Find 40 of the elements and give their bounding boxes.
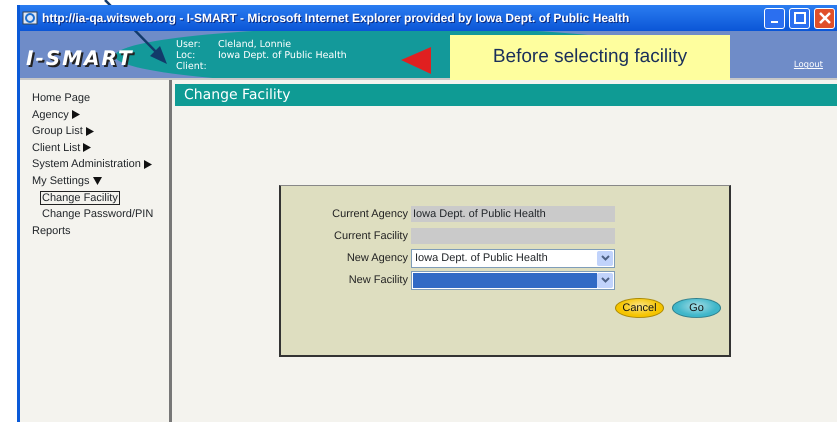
caret-right-icon[interactable] xyxy=(72,110,80,120)
menu-item[interactable]: My Settings xyxy=(32,174,90,187)
caret-right-icon[interactable] xyxy=(83,143,92,152)
menu-item[interactable]: Agency xyxy=(32,108,69,121)
minimize-button[interactable] xyxy=(764,8,785,28)
dropdown-field[interactable] xyxy=(411,270,615,290)
readonly-field: Iowa Dept. of Public Health xyxy=(411,206,615,222)
field-label: Client: xyxy=(176,61,208,72)
dropdown-field[interactable]: Iowa Dept. of Public Health xyxy=(411,248,615,268)
submenu-item[interactable]: Change Facility xyxy=(40,190,120,205)
maximize-button[interactable] xyxy=(789,8,810,28)
maximize-icon xyxy=(794,12,806,24)
field-value: Cleland, Lonnie xyxy=(218,39,292,50)
close-icon xyxy=(818,12,830,24)
field-label: New Agency xyxy=(346,250,409,266)
field-label: Loc: xyxy=(176,50,196,61)
minimize-icon xyxy=(771,21,778,23)
field-label: Current Agency xyxy=(331,206,409,222)
menu-item[interactable]: Client List xyxy=(32,142,80,154)
menu-item[interactable]: Home Page xyxy=(32,92,90,104)
caret-down-icon[interactable] xyxy=(92,177,102,186)
cancel-button[interactable]: Cancel xyxy=(615,298,664,318)
chevron-down-icon[interactable] xyxy=(600,277,610,283)
menu-item[interactable]: Group List xyxy=(32,125,83,138)
pointer-triangle xyxy=(401,47,431,74)
field-label: User: xyxy=(176,39,202,50)
caret-right-icon[interactable] xyxy=(86,126,94,136)
close-button[interactable] xyxy=(814,8,835,28)
page-title: Change Facility xyxy=(175,84,837,106)
chevron-down-icon[interactable] xyxy=(600,255,610,261)
caret-right-icon[interactable] xyxy=(144,160,152,169)
go-button[interactable]: Go xyxy=(672,298,721,318)
field-label: New Facility xyxy=(348,272,409,288)
browser-icon xyxy=(22,10,38,26)
field-label: Current Facility xyxy=(333,228,409,244)
menu-item[interactable]: Reports xyxy=(32,224,71,237)
annotation-callout: Before selecting facility xyxy=(450,35,730,80)
submenu-item[interactable]: Change Password/PIN xyxy=(42,208,154,220)
window-title: http://ia-qa.witsweb.org - I-SMART - Microsoft Internet Explorer provided by Iowa Dept. of Public Health xyxy=(42,10,630,27)
menu-item[interactable]: System Administration xyxy=(32,158,141,170)
